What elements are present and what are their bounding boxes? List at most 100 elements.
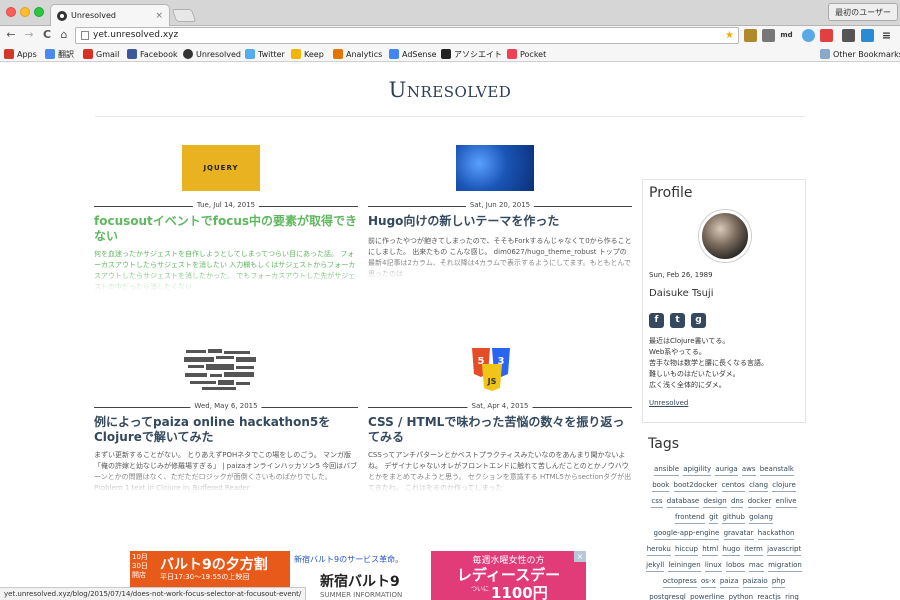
ad-info: SUMMER INFORMATION — [320, 591, 403, 599]
tag-link[interactable]: migration — [768, 560, 802, 572]
extension-v-icon[interactable] — [802, 29, 815, 42]
new-tab-button[interactable] — [171, 9, 197, 22]
back-icon[interactable]: ← — [4, 28, 18, 42]
tag-link[interactable]: google-app-engine — [653, 528, 720, 540]
tag-link[interactable]: ring — [785, 592, 799, 600]
bookmark-star-icon[interactable]: ★ — [725, 28, 734, 43]
ad-close-icon[interactable]: × — [574, 551, 586, 562]
post-excerpt: 何を血迷ったかサジェストを自作しようとしてしまってつらい目にあった話。 フォーカ… — [94, 250, 356, 291]
tag-link[interactable]: apigility — [683, 464, 712, 476]
reload-icon[interactable]: C — [40, 28, 54, 42]
tag-link[interactable]: github — [722, 512, 745, 524]
ad-panel-shinjuku[interactable]: 新宿バルト9のサービス革命。 新宿バルト9 SUMMER INFORMATION — [290, 551, 431, 600]
bookmark-associate[interactable]: アソシエイト — [441, 48, 502, 60]
tab-unresolved[interactable]: Unresolved × — [50, 4, 170, 26]
tag-link[interactable]: octopress — [662, 576, 697, 588]
extension-md-icon[interactable]: md — [780, 29, 793, 42]
minimize-window-button[interactable] — [20, 7, 30, 17]
tag-link[interactable]: frontend — [675, 512, 705, 524]
bookmark-unresolved[interactable]: Unresolved — [183, 48, 241, 60]
ad-panel-ladies-day[interactable]: 毎週水曜女性の方 レディースデー ついに 1100円 — [431, 551, 586, 600]
facebook-icon[interactable]: f — [649, 313, 664, 328]
bookmark-keep[interactable]: Keep — [291, 48, 324, 60]
address-bar[interactable]: yet.unresolved.xyz ★ — [75, 27, 739, 44]
extension-pocket-icon[interactable] — [842, 29, 855, 42]
tag-link[interactable]: aws — [741, 464, 756, 476]
extension-android-icon[interactable] — [762, 29, 775, 42]
tag-link[interactable]: design — [703, 496, 727, 508]
tag-link[interactable]: hackathon — [757, 528, 795, 540]
tag-link[interactable]: hiccup — [675, 544, 698, 556]
post-thumbnail[interactable] — [182, 346, 260, 392]
post-title[interactable]: focusoutイベントでfocus中の要素が取得できない — [94, 214, 358, 244]
post-card[interactable]: Sat, Jun 20, 2015 Hugo向けの新しいテーマを作った 前に作っ… — [368, 145, 632, 305]
tag-link[interactable]: iterm — [744, 544, 763, 556]
tag-link[interactable]: mac — [748, 560, 764, 572]
post-title[interactable]: 例によってpaiza online hackathon5をClojureで解いて… — [94, 415, 358, 445]
tag-link[interactable]: golang — [749, 512, 773, 524]
site-title[interactable]: Unresolved — [0, 78, 900, 102]
tag-link[interactable]: css — [651, 496, 663, 508]
post-card[interactable]: 5 3 JS Sat, Apr 4, 2015 CSS / HTMLで味わった苦… — [368, 346, 632, 506]
tag-link[interactable]: powerline — [690, 592, 724, 600]
post-title[interactable]: Hugo向けの新しいテーマを作った — [368, 214, 632, 229]
tag-link[interactable]: linux — [704, 560, 722, 572]
tag-link[interactable]: php — [771, 576, 786, 588]
bookmark-apps[interactable]: Apps — [4, 48, 37, 60]
tag-link[interactable]: boot2docker — [673, 480, 718, 492]
tag-link[interactable]: heroku — [646, 544, 671, 556]
tag-link[interactable]: database — [666, 496, 700, 508]
post-card[interactable]: JQUERY Tue, Jul 14, 2015 focusoutイベントでfo… — [94, 145, 358, 305]
post-title[interactable]: CSS / HTMLで味わった苦悩の数々を振り返ってみる — [368, 415, 632, 445]
bookmark-other[interactable]: Other Bookmarks — [820, 48, 900, 60]
tag-link[interactable]: auriga — [715, 464, 738, 476]
post-card[interactable]: Wed, May 6, 2015 例によってpaiza online hacka… — [94, 346, 358, 506]
forward-icon[interactable]: → — [22, 28, 36, 42]
extension-screen-icon[interactable] — [861, 29, 874, 42]
extension-color-icon[interactable] — [820, 29, 833, 42]
tag-link[interactable]: jekyll — [646, 560, 665, 572]
menu-icon[interactable]: ≡ — [880, 29, 893, 42]
tab-close-icon[interactable]: × — [155, 11, 163, 21]
tag-link[interactable]: dns — [730, 496, 744, 508]
github-icon[interactable]: g — [691, 313, 706, 328]
post-thumbnail[interactable]: 5 3 JS — [456, 346, 534, 392]
bookmark-twitter[interactable]: Twitter — [245, 48, 285, 60]
bookmark-translate[interactable]: 翻訳 — [45, 48, 74, 60]
tag-link[interactable]: gravatar — [723, 528, 754, 540]
bookmark-adsense[interactable]: AdSense — [389, 48, 437, 60]
maximize-window-button[interactable] — [34, 7, 44, 17]
home-icon[interactable]: ⌂ — [57, 28, 71, 42]
tag-link[interactable]: clojure — [772, 480, 796, 492]
tag-link[interactable]: postgresql — [649, 592, 686, 600]
tag-link[interactable]: enlive — [775, 496, 797, 508]
tag-link[interactable]: paizaio — [742, 576, 768, 588]
twitter-icon[interactable]: t — [670, 313, 685, 328]
bookmark-analytics[interactable]: Analytics — [333, 48, 382, 60]
tag-link[interactable]: javascript — [767, 544, 802, 556]
tag-link[interactable]: python — [729, 592, 754, 600]
extension-shield-icon[interactable] — [744, 29, 757, 42]
bookmark-facebook[interactable]: Facebook — [127, 48, 178, 60]
tag-link[interactable]: clang — [749, 480, 769, 492]
tag-link[interactable]: html — [702, 544, 719, 556]
tag-link[interactable]: docker — [747, 496, 772, 508]
close-window-button[interactable] — [6, 7, 16, 17]
tag-link[interactable]: book — [652, 480, 670, 492]
tag-link[interactable]: leiningen — [668, 560, 701, 572]
tag-link[interactable]: ansible — [654, 464, 680, 476]
tag-link[interactable]: lobos — [726, 560, 745, 572]
tag-link[interactable]: hugo — [722, 544, 741, 556]
tag-link[interactable]: reactjs — [757, 592, 781, 600]
tag-link[interactable]: centos — [721, 480, 745, 492]
profile-button[interactable]: 最初のユーザー — [828, 3, 898, 21]
bookmark-pocket[interactable]: Pocket — [507, 48, 546, 60]
post-thumbnail[interactable]: JQUERY — [182, 145, 260, 191]
bookmark-gmail[interactable]: Gmail — [83, 48, 119, 60]
post-thumbnail[interactable] — [456, 145, 534, 191]
tag-link[interactable]: git — [709, 512, 719, 524]
profile-link[interactable]: Unresolved — [649, 399, 688, 407]
tag-link[interactable]: paiza — [719, 576, 739, 588]
tag-link[interactable]: beanstalk — [759, 464, 794, 476]
tag-link[interactable]: os-x — [701, 576, 716, 588]
